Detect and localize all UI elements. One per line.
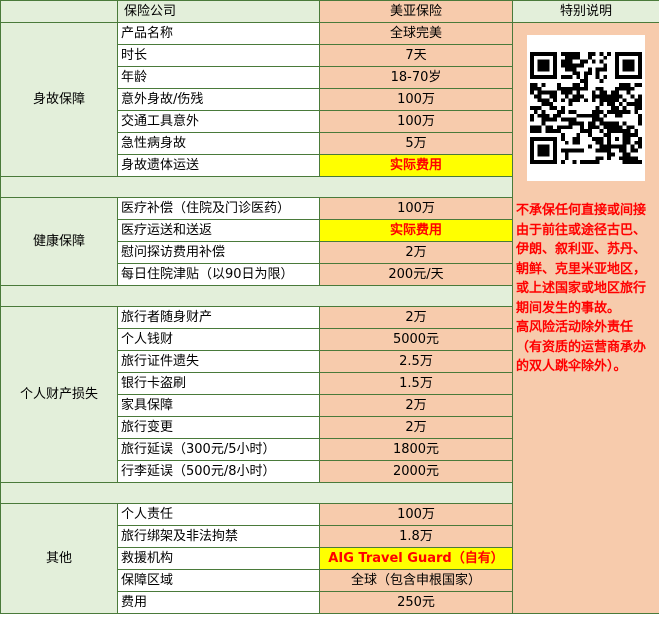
row-label: 旅行变更 xyxy=(117,416,320,439)
section-title-health: 健康保障 xyxy=(0,197,118,286)
row-value-highlight: AIG Travel Guard（自有） xyxy=(319,547,513,570)
row-value: 7天 xyxy=(319,44,513,67)
row-value: 2万 xyxy=(319,241,513,264)
notes-high-risk: 高风险活动除外责任（有资质的运营商承办的双人跳伞除外）。 xyxy=(516,320,647,374)
row-label: 个人钱财 xyxy=(117,328,320,351)
row-value: 250元 xyxy=(319,591,513,614)
notes-exclusion: 不承保任何直接或间接由于前往或途径古巴、伊朗、叙利亚、苏丹、朝鲜、克里米亚地区，… xyxy=(516,203,647,316)
section-title-other: 其他 xyxy=(0,503,118,614)
row-label: 每日住院津贴（以90日为限） xyxy=(117,263,320,286)
row-label: 旅行者随身财产 xyxy=(117,306,320,329)
header-brand: 美亚保险 xyxy=(319,0,513,23)
row-label: 急性病身故 xyxy=(117,132,320,155)
row-value: 200元/天 xyxy=(319,263,513,286)
separator xyxy=(0,482,513,504)
row-label: 个人责任 xyxy=(117,503,320,526)
row-value: 100万 xyxy=(319,503,513,526)
header-blank xyxy=(0,0,118,23)
row-value: 1.5万 xyxy=(319,372,513,395)
row-label: 年龄 xyxy=(117,66,320,89)
row-label: 身故遗体运送 xyxy=(117,154,320,177)
row-value: 2.5万 xyxy=(319,350,513,373)
row-value: 5万 xyxy=(319,132,513,155)
section-title-death: 身故保障 xyxy=(0,22,118,177)
separator xyxy=(0,285,513,307)
table-row: 身故保障 产品名称 全球完美 不承保任何直接或间接由于前往或途径古巴、伊朗、叙利… xyxy=(0,22,659,614)
row-value: 100万 xyxy=(319,88,513,111)
row-value: 2万 xyxy=(319,394,513,417)
row-label: 费用 xyxy=(117,591,320,614)
row-label: 保障区域 xyxy=(117,569,320,592)
row-label: 慰问探访费用补偿 xyxy=(117,241,320,264)
row-label: 医疗补偿（住院及门诊医药） xyxy=(117,197,320,220)
qr-code-icon xyxy=(527,35,645,181)
row-label: 产品名称 xyxy=(117,22,320,45)
row-label: 旅行延误（300元/5小时） xyxy=(117,438,320,461)
row-value: 2000元 xyxy=(319,460,513,483)
row-value: 100万 xyxy=(319,110,513,133)
row-label: 时长 xyxy=(117,44,320,67)
insurance-table: 保险公司 美亚保险 特别说明 身故保障 产品名称 全球完美 不承保任何直接或间接… xyxy=(0,0,659,614)
row-value-highlight: 实际费用 xyxy=(319,219,513,242)
notes-cell: 不承保任何直接或间接由于前往或途径古巴、伊朗、叙利亚、苏丹、朝鲜、克里米亚地区，… xyxy=(512,22,659,614)
header-row: 保险公司 美亚保险 特别说明 xyxy=(0,0,659,23)
row-value: 2万 xyxy=(319,416,513,439)
row-value: 全球完美 xyxy=(319,22,513,45)
row-value: 5000元 xyxy=(319,328,513,351)
separator xyxy=(0,176,513,198)
row-value: 1.8万 xyxy=(319,525,513,548)
row-value-highlight: 实际费用 xyxy=(319,154,513,177)
row-label: 银行卡盗刷 xyxy=(117,372,320,395)
row-label: 家具保障 xyxy=(117,394,320,417)
row-label: 交通工具意外 xyxy=(117,110,320,133)
row-value: 18-70岁 xyxy=(319,66,513,89)
row-label: 救援机构 xyxy=(117,547,320,570)
row-label: 旅行绑架及非法拘禁 xyxy=(117,525,320,548)
row-value: 全球（包含申根国家） xyxy=(319,569,513,592)
header-company-label: 保险公司 xyxy=(117,0,320,23)
row-value: 2万 xyxy=(319,306,513,329)
section-title-property: 个人财产损失 xyxy=(0,306,118,483)
row-label: 医疗运送和送返 xyxy=(117,219,320,242)
row-label: 行李延误（500元/8小时） xyxy=(117,460,320,483)
row-value: 1800元 xyxy=(319,438,513,461)
header-notes-title: 特别说明 xyxy=(512,0,659,23)
row-label: 意外身故/伤残 xyxy=(117,88,320,111)
row-label: 旅行证件遗失 xyxy=(117,350,320,373)
row-value: 100万 xyxy=(319,197,513,220)
